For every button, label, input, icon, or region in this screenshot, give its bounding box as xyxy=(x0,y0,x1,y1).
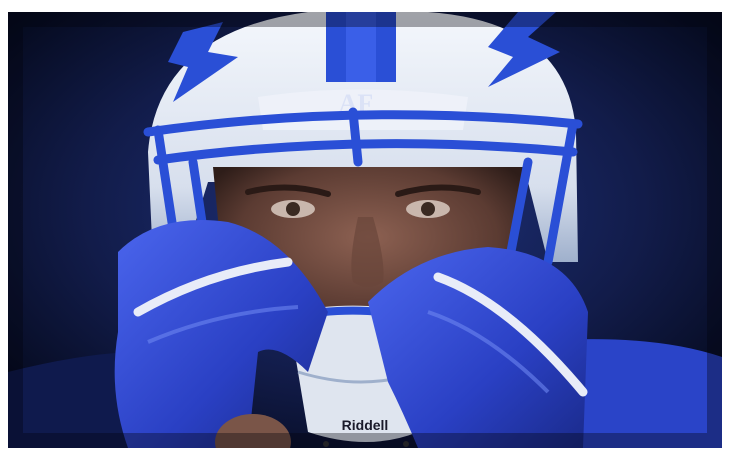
riddell-brand-label: Riddell xyxy=(342,417,389,433)
football-player-photo: AF xyxy=(8,12,722,448)
photo-illustration: AF xyxy=(8,12,722,448)
